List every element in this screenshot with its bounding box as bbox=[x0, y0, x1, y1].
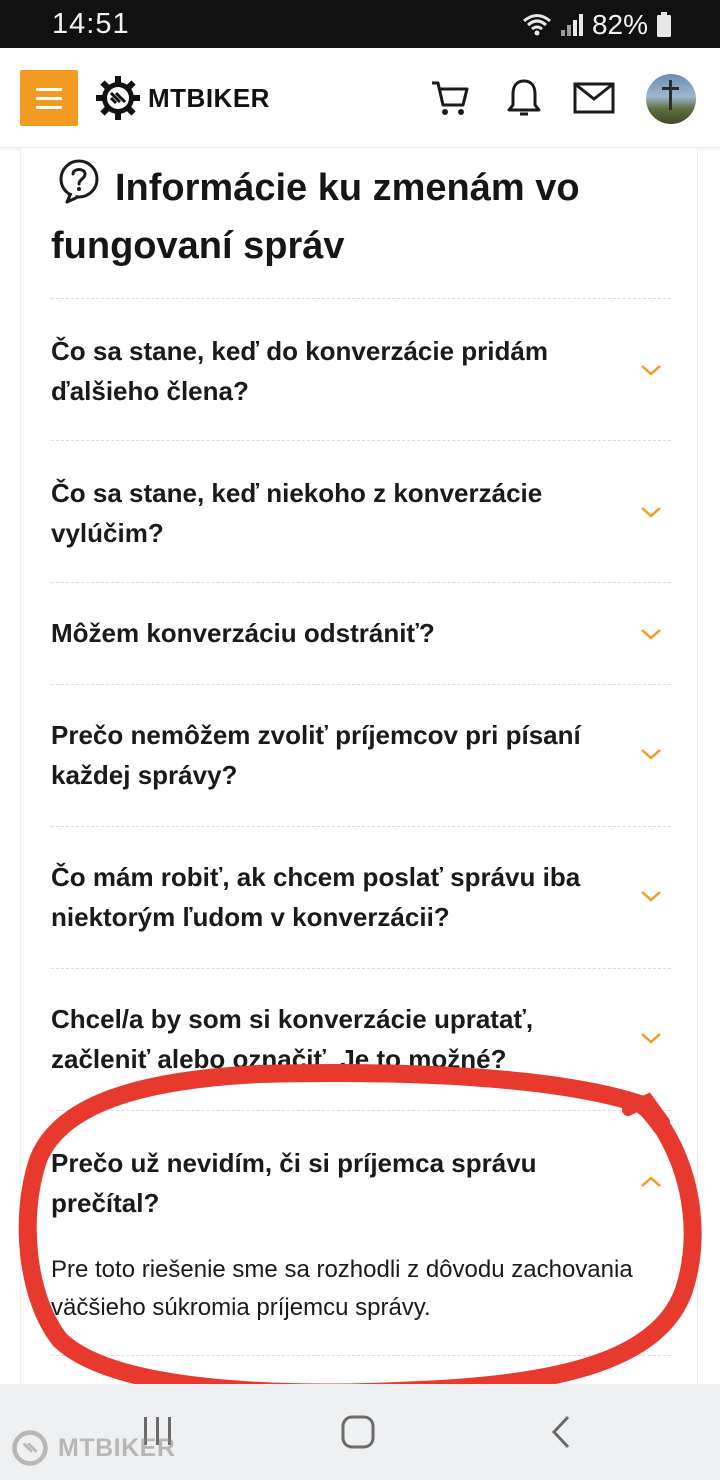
faq-question: Prečo nemôžem zvoliť príjemcov pri písan… bbox=[51, 720, 581, 790]
status-icons: 82% bbox=[522, 9, 672, 41]
cart-button[interactable] bbox=[426, 74, 474, 122]
faq-question: Môžem konverzáciu odstrániť? bbox=[51, 618, 435, 648]
cart-icon bbox=[432, 81, 469, 115]
avatar[interactable] bbox=[646, 74, 696, 124]
chevron-down-icon bbox=[641, 507, 661, 518]
faq-item[interactable]: Čo sa stane, keď do konverzácie pridám ď… bbox=[51, 298, 671, 440]
wifi-icon bbox=[522, 14, 551, 36]
faq-item[interactable]: Môžem konverzáciu odstrániť? bbox=[51, 582, 671, 684]
notifications-button[interactable] bbox=[500, 74, 548, 122]
menu-icon-line bbox=[36, 96, 62, 100]
faq-card: Informácie ku zmenám vo fungovaní správ … bbox=[20, 148, 698, 1388]
bell-icon bbox=[507, 79, 541, 116]
watermark-logo: MTBIKER bbox=[10, 1428, 175, 1468]
faq-question: Čo sa stane, keď niekoho z konverzácie v… bbox=[51, 478, 543, 548]
question-bubble-icon bbox=[59, 159, 99, 204]
faq-answer: Pre toto riešenie sme sa rozhodli z dôvo… bbox=[51, 1256, 633, 1321]
gear-logo-icon bbox=[96, 76, 140, 120]
menu-icon-line bbox=[36, 105, 62, 109]
gear-logo-icon bbox=[12, 1430, 48, 1466]
mail-icon bbox=[573, 82, 615, 114]
faq-question: Čo sa stane, keď do konverzácie pridám ď… bbox=[51, 336, 548, 406]
chevron-up-icon bbox=[641, 1176, 661, 1187]
brand-logo[interactable]: MTBIKER bbox=[96, 76, 270, 120]
status-bar: 14:51 82% bbox=[0, 0, 720, 48]
faq-item[interactable]: Čo sa stane, keď niekoho z konverzácie v… bbox=[51, 440, 671, 582]
menu-button[interactable] bbox=[20, 70, 78, 126]
menu-icon-line bbox=[36, 87, 62, 91]
battery-icon bbox=[657, 12, 671, 37]
status-time: 14:51 bbox=[52, 8, 130, 40]
chevron-down-icon bbox=[641, 629, 661, 640]
home-icon[interactable] bbox=[340, 1414, 376, 1450]
chevron-down-icon bbox=[641, 891, 661, 902]
faq-question: Chcel/a by som si konverzácie upratať, z… bbox=[51, 1004, 534, 1074]
chevron-down-icon bbox=[641, 749, 661, 760]
chevron-down-icon bbox=[641, 365, 661, 376]
chevron-down-icon bbox=[641, 1033, 661, 1044]
faq-question: Čo mám robiť, ak chcem poslať správu iba… bbox=[51, 862, 581, 932]
faq-item-expanded[interactable]: Prečo už nevidím, či si príjemca správu … bbox=[51, 1110, 671, 1356]
watermark-text: MTBIKER bbox=[58, 1433, 176, 1462]
brand-name: MTBIKER bbox=[148, 82, 270, 113]
page-title: Informácie ku zmenám vo fungovaní správ bbox=[51, 158, 671, 275]
site-header: MTBIKER bbox=[0, 48, 720, 148]
battery-percent: 82% bbox=[591, 9, 648, 40]
page-title-text: Informácie ku zmenám vo fungovaní správ bbox=[51, 167, 580, 267]
faq-item[interactable]: Chcel/a by som si konverzácie upratať, z… bbox=[51, 968, 671, 1110]
messages-button[interactable] bbox=[570, 74, 618, 122]
back-icon[interactable] bbox=[548, 1414, 574, 1450]
faq-item[interactable]: Čo mám robiť, ak chcem poslať správu iba… bbox=[51, 826, 671, 968]
signal-icon bbox=[560, 14, 583, 36]
faq-item[interactable]: Prečo nemôžem zvoliť príjemcov pri písan… bbox=[51, 684, 671, 826]
faq-question: Prečo už nevidím, či si príjemca správu … bbox=[51, 1148, 537, 1218]
